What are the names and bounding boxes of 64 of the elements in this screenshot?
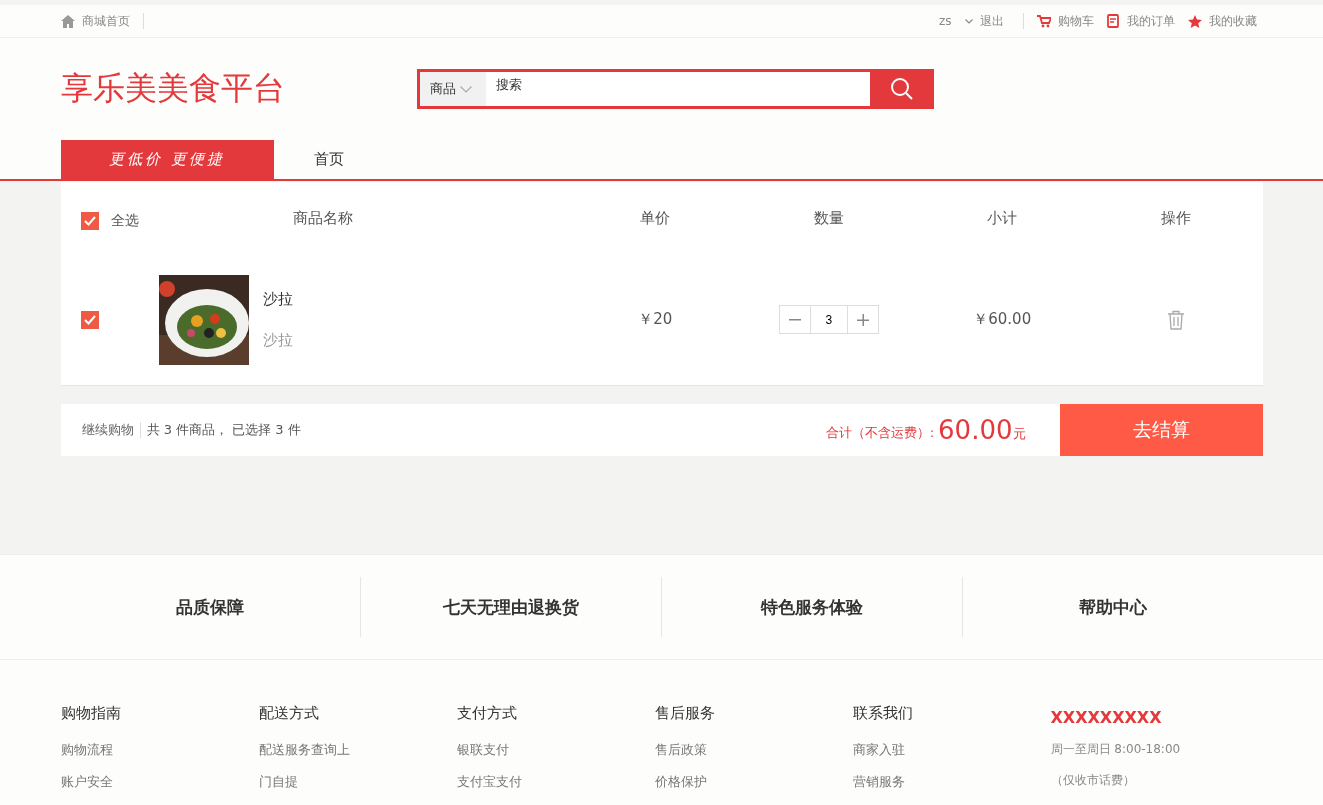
trash-icon[interactable] (1166, 309, 1185, 330)
select-all-label: 全选 (110, 212, 139, 230)
footer-heading: 售后服务 (654, 704, 716, 723)
footer-link[interactable]: 营销服务 (852, 773, 1051, 791)
quantity-field[interactable]: 3 (809, 306, 848, 333)
product-subtitle: 沙拉 (262, 330, 293, 350)
quantity-stepper[interactable]: 3 (778, 305, 879, 334)
total-label: 合计（不含运费）: (825, 424, 935, 442)
footer-heading: 配送方式 (258, 704, 320, 723)
service-title[interactable]: 品质保障 (176, 595, 245, 619)
footer-link[interactable]: 价格保护 (654, 773, 853, 791)
star-icon (1187, 14, 1202, 28)
plus-icon (856, 313, 869, 326)
nav-tab[interactable]: 更低价 更便捷 (60, 140, 274, 179)
service-title[interactable]: 帮助中心 (1078, 595, 1147, 619)
nav-tab[interactable]: 首页 (273, 140, 384, 179)
home-link[interactable]: 商城首页 (81, 12, 130, 30)
currency-unit: 元 (1012, 425, 1026, 443)
user-menu[interactable]: zs (938, 14, 952, 28)
item-checkbox[interactable] (80, 310, 99, 329)
document-icon (1106, 14, 1120, 28)
cart-icon (1036, 14, 1051, 28)
column-header: 数量 (813, 208, 844, 228)
footer-heading: 联系我们 (852, 704, 914, 723)
service-title[interactable]: 七天无理由退换货 (443, 595, 580, 619)
item-count: 共 3 件商品， 已选择 3 件 (146, 421, 301, 439)
footer-link[interactable]: 银联支付 (456, 741, 655, 759)
footer-link[interactable]: 门自提 (258, 773, 457, 791)
site-logo[interactable]: 享乐美美食平台 (60, 67, 417, 111)
footer-link[interactable]: 支付宝支付 (456, 773, 655, 791)
search-button[interactable] (869, 69, 934, 109)
search-field[interactable]: 搜索 (485, 72, 870, 106)
logout-link[interactable]: 退出 (979, 12, 1004, 30)
column-header: 小计 (987, 208, 1018, 228)
unit-price: ￥20 (638, 310, 673, 329)
service-title[interactable]: 特色服务体验 (760, 595, 863, 619)
column-header: 单价 (640, 208, 671, 228)
continue-shopping-link[interactable]: 继续购物 (81, 421, 134, 439)
select-all-checkbox[interactable] (80, 212, 99, 230)
footer-heading: 购物指南 (60, 704, 122, 723)
call-note: （仅收市话费） (1050, 772, 1136, 789)
chevron-down-icon (964, 18, 973, 24)
footer-heading: 支付方式 (456, 704, 518, 723)
top-link[interactable]: 我的收藏 (1208, 12, 1257, 30)
search-icon (889, 77, 914, 101)
chevron-down-icon (459, 85, 472, 93)
checkout-button[interactable]: 去结算 (1059, 404, 1263, 456)
footer-link[interactable]: 售后政策 (654, 741, 853, 759)
column-header: 操作 (1160, 208, 1191, 228)
top-link[interactable]: 我的订单 (1126, 12, 1175, 30)
column-header: 商品名称 (292, 208, 353, 228)
subtotal: ￥60.00 (973, 310, 1032, 329)
category-dropdown[interactable]: 商品 (419, 72, 486, 106)
footer-link[interactable]: 配送服务查询上 (258, 741, 457, 759)
service-hours: 周一至周日 8:00-18:00 (1050, 741, 1182, 758)
footer-link[interactable]: 账户安全 (60, 773, 259, 791)
footer-link[interactable]: 购物流程 (60, 741, 259, 759)
home-icon (60, 14, 75, 28)
phone-number: XXXXXXXXX (1050, 708, 1163, 727)
footer-link[interactable]: 商家入驻 (852, 741, 1051, 759)
total-amount: 60.00 (938, 415, 1013, 445)
top-link[interactable]: 购物车 (1057, 12, 1094, 30)
minus-icon (788, 318, 801, 321)
product-name[interactable]: 沙拉 (262, 289, 293, 309)
